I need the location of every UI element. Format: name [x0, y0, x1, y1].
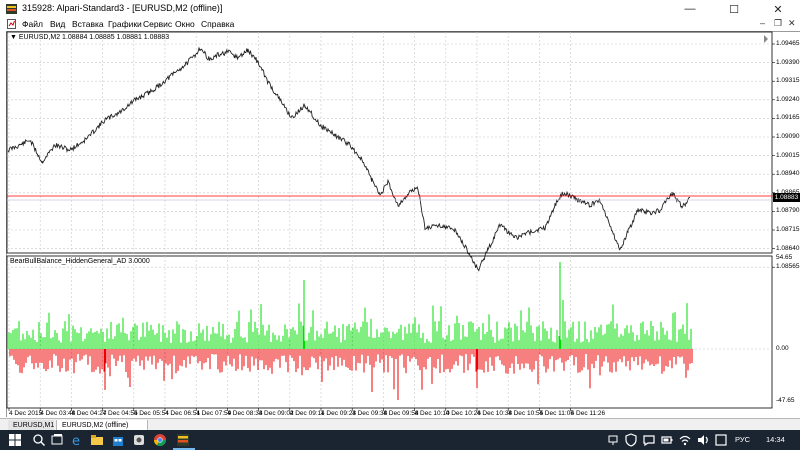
wifi-icon[interactable] — [678, 433, 692, 447]
edge-icon[interactable]: e — [70, 433, 84, 447]
price-axis-label: 1.09090 — [776, 133, 800, 140]
indicator-label: BearBullBalance_HiddenGeneral_AD 3.0000 — [10, 258, 150, 265]
time-axis-label: 4 Dec 05:54 — [133, 410, 169, 417]
chat-icon[interactable] — [642, 433, 656, 447]
chart-tab-bar: EURUSD,M1 EURUSD,M2 (offline) — [0, 418, 800, 431]
time-axis-label: 4 Dec 09:38 — [352, 410, 388, 417]
time-axis-label: 4 Dec 08:33 — [227, 410, 263, 417]
time-axis-label: 4 Dec 11:05 — [539, 410, 574, 417]
time-axis-label: 4 Dec 07:59 — [196, 410, 232, 417]
action-center-icon[interactable] — [714, 433, 728, 447]
price-axis-label: 1.09015 — [776, 151, 800, 159]
indicator-axis-label: -47.65 — [776, 397, 795, 404]
explorer-icon[interactable] — [90, 433, 104, 447]
price-axis-label: 1.09240 — [776, 95, 800, 103]
time-axis-label: 4 Dec 10:26 — [445, 410, 481, 417]
windows-start-icon[interactable] — [8, 433, 22, 447]
search-icon[interactable] — [32, 433, 46, 447]
volume-icon[interactable] — [696, 433, 710, 447]
metatrader-icon[interactable] — [176, 433, 190, 447]
price-axis-label: 1.08565 — [776, 263, 800, 271]
chart-shift-icon — [764, 35, 768, 43]
time-axis-label: 4 Dec 2015 — [9, 410, 43, 417]
current-price-tag: 1.08883 — [773, 193, 800, 202]
time-axis-label: 4 Dec 04:27 — [71, 410, 107, 417]
chrome-icon[interactable] — [153, 433, 167, 447]
price-panel-frame — [6, 31, 773, 254]
price-axis-label: 1.09165 — [776, 114, 800, 122]
time-axis-label: 4 Dec 10:38 — [477, 410, 513, 417]
time-axis-label: 4 Dec 04:55 — [102, 410, 138, 417]
time-axis-label: 4 Dec 09:11 — [289, 410, 325, 417]
app-root: 315928: Alpari-Standard3 - [EURUSD,M2 (o… — [0, 0, 800, 450]
app-icon[interactable] — [132, 433, 146, 447]
price-axis-label: 1.09390 — [776, 58, 800, 66]
network-status-icon[interactable] — [606, 433, 620, 447]
windows-taskbar: e РУС 14:34 — [0, 430, 800, 450]
price-axis-label: 1.08940 — [776, 170, 800, 178]
price-axis-label: 1.08790 — [776, 207, 800, 215]
time-axis-label: 4 Dec 09:02 — [258, 410, 294, 417]
time-axis-label: 4 Dec 10:55 — [508, 410, 544, 417]
price-axis-label: 1.08715 — [776, 226, 800, 233]
task-view-icon[interactable] — [50, 433, 64, 447]
time-axis-label: 4 Dec 09:58 — [383, 410, 419, 417]
indicator-axis-label: 54.65 — [776, 254, 793, 261]
symbol-info-label: ▼ EURUSD,M2 1.08884 1.08885 1.08881 1.08… — [10, 34, 169, 41]
time-axis-label: 4 Dec 06:51 — [165, 410, 201, 417]
time-axis-label: 4 Dec 09:23 — [321, 410, 357, 417]
indicator-axis-label: 0.00 — [776, 345, 789, 352]
system-clock[interactable]: 14:34 — [766, 435, 785, 444]
chart-canvas[interactable] — [0, 0, 800, 418]
security-shield-icon[interactable] — [624, 433, 638, 447]
battery-icon[interactable] — [660, 433, 674, 447]
price-axis-label: 1.09465 — [776, 40, 800, 47]
svg-text:e: e — [72, 434, 80, 447]
symbol-info-text: EURUSD,M2 1.08884 1.08885 1.08881 1.0888… — [18, 34, 170, 41]
price-axis-label: 1.09315 — [776, 77, 800, 85]
price-axis-label: 1.08640 — [776, 244, 800, 252]
symbol-collapse-icon[interactable]: ▼ — [10, 34, 19, 41]
time-axis-label: 4 Dec 11:26 — [570, 410, 606, 417]
time-axis-label: 4 Dec 10:10 — [414, 410, 450, 417]
store-icon[interactable] — [111, 433, 125, 447]
time-axis-label: 4 Dec 03:48 — [40, 410, 76, 417]
input-language-indicator[interactable]: РУС — [735, 435, 750, 444]
